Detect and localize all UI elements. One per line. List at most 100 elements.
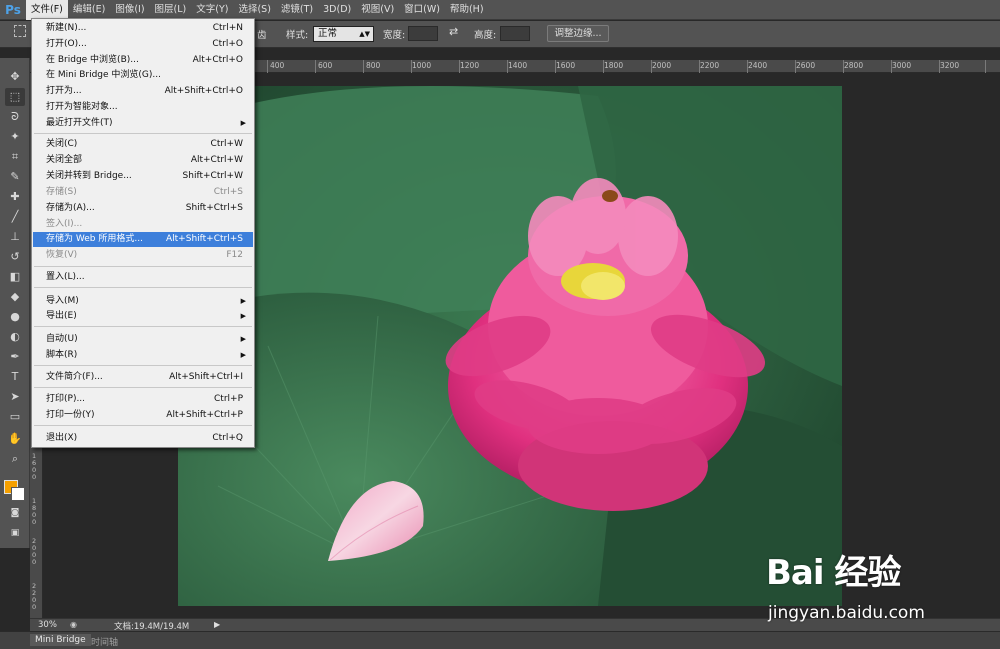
submenu-arrow-icon: ▶ (240, 312, 246, 320)
menu-separator (34, 326, 252, 327)
menu-item-open[interactable]: 打开(O)... Ctrl+O (33, 37, 253, 52)
photoshop-logo: Ps (5, 2, 21, 17)
ruler-label: 2600 (796, 61, 816, 70)
dodge-tool-icon[interactable]: ◐ (5, 328, 25, 346)
pen-tool-icon[interactable]: ✒ (5, 348, 25, 366)
zoom-level[interactable]: 30% (38, 620, 57, 630)
history-brush-tool-icon[interactable]: ↺ (5, 248, 25, 266)
document-image-lotus[interactable] (178, 86, 842, 606)
menu-edit[interactable]: 编辑(E) (68, 0, 110, 20)
tab-timeline[interactable]: 时间轴 (86, 634, 123, 649)
eyedropper-tool-icon[interactable]: ✎ (5, 168, 25, 186)
menu-separator (34, 133, 252, 134)
style-select[interactable]: 正常 ▲▼ (313, 26, 374, 42)
menu-window[interactable]: 窗口(W) (399, 0, 445, 20)
menu-item-print[interactable]: 打印(P)... Ctrl+P (33, 392, 253, 407)
menu-item-close[interactable]: 关闭(C) Ctrl+W (33, 137, 253, 152)
submenu-arrow-icon: ▶ (240, 335, 246, 343)
menu-item-import[interactable]: 导入(M) ▶ (33, 294, 253, 309)
menu-help[interactable]: 帮助(H) (445, 0, 489, 20)
baidu-logo: Bai 经验 (766, 553, 901, 593)
tab-mini-bridge[interactable]: Mini Bridge (30, 634, 91, 646)
menu-filter[interactable]: 滤镜(T) (276, 0, 318, 20)
ruler-label: 1800 (32, 497, 37, 526)
ruler-label: 2800 (844, 61, 864, 70)
background-color-swatch[interactable] (11, 487, 25, 501)
zoom-tool-icon[interactable]: ⌕ (5, 450, 25, 468)
menu-item-open-as-smart-object[interactable]: 打开为智能对象... (33, 100, 253, 115)
hand-tool-icon[interactable]: ✋ (5, 430, 25, 448)
path-select-tool-icon[interactable]: ➤ (5, 388, 25, 406)
menu-item-print-one-copy[interactable]: 打印一份(Y) Alt+Shift+Ctrl+P (33, 408, 253, 423)
menu-separator (34, 365, 252, 366)
updown-arrow-icon: ▲▼ (359, 30, 370, 38)
brush-tool-icon[interactable]: ╱ (5, 208, 25, 226)
menu-item-place[interactable]: 置入(L)... (33, 270, 253, 285)
tools-panel: ✥ ⬚ ᘐ ✦ ⌗ ✎ ✚ ╱ ⊥ ↺ ◧ ◆ ● ◐ ✒ T ➤ ▭ ✋ ⌕ … (0, 58, 30, 548)
width-input[interactable] (408, 26, 438, 41)
type-tool-icon[interactable]: T (5, 368, 25, 386)
status-expand-arrow-icon[interactable]: ▶ (214, 620, 220, 629)
watermark-url: jingyan.baidu.com (768, 603, 925, 623)
anti-alias-label-partial: 齿 (257, 30, 267, 41)
lasso-tool-icon[interactable]: ᘐ (5, 108, 25, 126)
ruler-label: 1800 (604, 61, 624, 70)
ruler-label: 600 (318, 61, 333, 70)
menu-item-browse-bridge[interactable]: 在 Bridge 中浏览(B)... Alt+Ctrl+O (33, 53, 253, 68)
ruler-label: 800 (366, 61, 381, 70)
menu-item-close-go-bridge[interactable]: 关闭并转到 Bridge... Shift+Ctrl+W (33, 169, 253, 184)
menu-separator (34, 425, 252, 426)
menu-item-save-for-web[interactable]: 存储为 Web 所用格式... Alt+Shift+Ctrl+S (33, 232, 253, 247)
blur-tool-icon[interactable]: ● (5, 308, 25, 326)
menu-separator (34, 287, 252, 288)
menu-item-open-as[interactable]: 打开为... Alt+Shift+Ctrl+O (33, 84, 253, 99)
menu-image[interactable]: 图像(I) (110, 0, 149, 20)
move-tool-icon[interactable]: ✥ (5, 68, 25, 86)
bottom-panel-tabs: Mini Bridge 时间轴 (0, 631, 1000, 649)
refine-edge-button[interactable]: 调整边缘... (547, 25, 609, 42)
height-input[interactable] (500, 26, 530, 41)
submenu-arrow-icon: ▶ (240, 297, 246, 305)
menu-item-automate[interactable]: 自动(U) ▶ (33, 332, 253, 347)
ruler-label: 2200 (700, 61, 720, 70)
swap-icon[interactable]: ⇄ (449, 25, 458, 38)
clone-stamp-tool-icon[interactable]: ⊥ (5, 228, 25, 246)
menu-item-scripts[interactable]: 脚本(R) ▶ (33, 348, 253, 363)
shape-tool-icon[interactable]: ▭ (5, 408, 25, 426)
submenu-arrow-icon: ▶ (240, 119, 246, 127)
menu-item-exit[interactable]: 退出(X) Ctrl+Q (33, 431, 253, 446)
menu-select[interactable]: 选择(S) (233, 0, 275, 20)
ruler-label: 2400 (748, 61, 768, 70)
menu-item-new[interactable]: 新建(N)... Ctrl+N (33, 21, 253, 36)
marquee-preset-icon[interactable] (14, 25, 26, 37)
ruler-label: 1600 (32, 452, 37, 481)
menu-type[interactable]: 文字(Y) (191, 0, 233, 20)
menu-layer[interactable]: 图层(L) (150, 0, 192, 20)
marquee-tool-icon[interactable]: ⬚ (5, 88, 25, 106)
healing-brush-tool-icon[interactable]: ✚ (5, 188, 25, 206)
menu-view[interactable]: 视图(V) (356, 0, 399, 20)
menu-item-revert[interactable]: 恢复(V) F12 (33, 248, 253, 263)
screen-mode-icon[interactable]: ▣ (5, 524, 25, 542)
menu-item-save-as[interactable]: 存储为(A)... Shift+Ctrl+S (33, 201, 253, 216)
eraser-tool-icon[interactable]: ◧ (5, 268, 25, 286)
menu-item-close-all[interactable]: 关闭全部 Alt+Ctrl+W (33, 153, 253, 168)
menu-item-save[interactable]: 存储(S) Ctrl+S (33, 185, 253, 200)
ruler-label: 1400 (508, 61, 528, 70)
menu-item-file-info[interactable]: 文件简介(F)... Alt+Shift+Ctrl+I (33, 370, 253, 385)
menu-file[interactable]: 文件(F) (26, 0, 68, 20)
ruler-label: 1200 (460, 61, 480, 70)
menu-item-browse-mini-bridge[interactable]: 在 Mini Bridge 中浏览(G)... (33, 68, 253, 83)
crop-tool-icon[interactable]: ⌗ (5, 148, 25, 166)
menu-item-recent-files[interactable]: 最近打开文件(T) ▶ (33, 116, 253, 131)
status-menu-icon[interactable]: ◉ (70, 620, 77, 629)
menu-3d[interactable]: 3D(D) (318, 0, 356, 20)
paint-bucket-tool-icon[interactable]: ◆ (5, 288, 25, 306)
menu-item-export[interactable]: 导出(E) ▶ (33, 309, 253, 324)
quick-mask-icon[interactable]: ◙ (5, 504, 25, 522)
menu-item-check-in[interactable]: 签入(I)... (33, 217, 253, 232)
submenu-arrow-icon: ▶ (240, 351, 246, 359)
ruler-label: 1000 (412, 61, 432, 70)
ruler-label: 3000 (892, 61, 912, 70)
quick-select-tool-icon[interactable]: ✦ (5, 128, 25, 146)
